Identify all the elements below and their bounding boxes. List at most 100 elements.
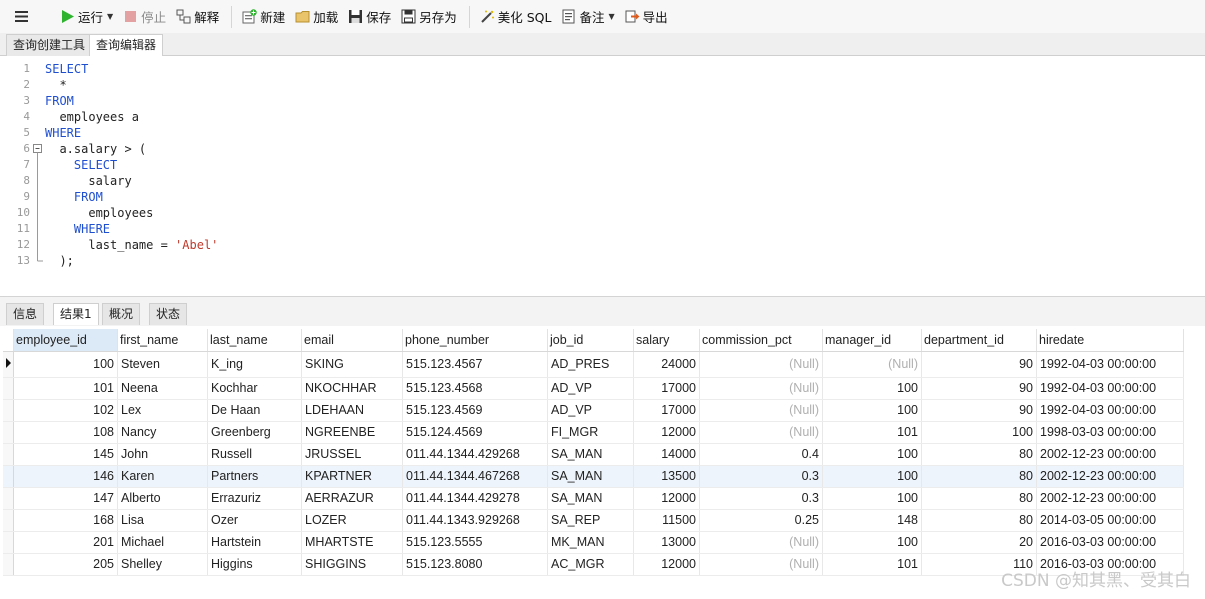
table-cell[interactable]: 80 bbox=[921, 443, 1037, 466]
table-row[interactable]: 147 Alberto Errazuriz AERRAZUR 011.44.1344.4… bbox=[3, 487, 1184, 510]
table-cell[interactable]: 515.124.4569 bbox=[402, 421, 548, 444]
table-cell[interactable]: AD_PRES bbox=[547, 351, 634, 378]
table-cell[interactable]: Lisa bbox=[117, 509, 208, 532]
row-indicator[interactable] bbox=[3, 443, 14, 466]
result-grid[interactable]: employee_id first_name last_name email phone… bbox=[0, 327, 1205, 599]
new-button[interactable]: 新建 bbox=[238, 5, 289, 29]
table-cell[interactable]: Alberto bbox=[117, 487, 208, 510]
stop-button[interactable]: 停止 bbox=[119, 5, 170, 29]
row-indicator[interactable] bbox=[3, 377, 14, 400]
fold-marker-icon[interactable] bbox=[31, 143, 45, 265]
table-cell[interactable]: 100 bbox=[822, 377, 922, 400]
table-cell[interactable]: 011.44.1344.429278 bbox=[402, 487, 548, 510]
table-cell[interactable]: 20 bbox=[921, 531, 1037, 554]
row-indicator[interactable] bbox=[3, 421, 14, 444]
save-as-button[interactable]: 另存为 bbox=[397, 5, 461, 29]
table-row[interactable]: 108 Nancy Greenberg NGREENBE 515.124.4569 FI_… bbox=[3, 421, 1184, 444]
column-header-manager-id[interactable]: manager_id bbox=[822, 329, 922, 352]
table-cell[interactable]: K_ing bbox=[207, 351, 302, 378]
menu-button[interactable] bbox=[10, 5, 36, 29]
table-cell[interactable]: SA_REP bbox=[547, 509, 634, 532]
table-cell[interactable]: 011.44.1344.467268 bbox=[402, 465, 548, 488]
table-cell[interactable]: 201 bbox=[13, 531, 118, 554]
row-indicator[interactable] bbox=[3, 509, 14, 532]
table-cell[interactable]: KPARTNER bbox=[301, 465, 403, 488]
table-cell[interactable]: 100 bbox=[822, 443, 922, 466]
table-cell[interactable]: Kochhar bbox=[207, 377, 302, 400]
table-cell[interactable]: 101 bbox=[822, 421, 922, 444]
table-cell[interactable]: 1992-04-03 00:00:00 bbox=[1036, 399, 1184, 422]
table-cell[interactable]: Michael bbox=[117, 531, 208, 554]
table-cell[interactable]: 13000 bbox=[633, 531, 700, 554]
table-cell[interactable]: 24000 bbox=[633, 351, 700, 378]
table-cell[interactable]: 205 bbox=[13, 553, 118, 576]
table-cell[interactable]: Steven bbox=[117, 351, 208, 378]
table-cell[interactable]: 2014-03-05 00:00:00 bbox=[1036, 509, 1184, 532]
table-cell[interactable]: Greenberg bbox=[207, 421, 302, 444]
tab-info[interactable]: 信息 bbox=[6, 303, 45, 325]
table-cell[interactable]: Karen bbox=[117, 465, 208, 488]
table-cell[interactable]: 12000 bbox=[633, 421, 700, 444]
table-cell[interactable]: 14000 bbox=[633, 443, 700, 466]
run-button[interactable]: 运行 ▼ bbox=[56, 5, 117, 29]
table-cell[interactable]: 11500 bbox=[633, 509, 700, 532]
tab-query-builder[interactable]: 查询创建工具 bbox=[6, 34, 93, 56]
table-row[interactable]: 145 John Russell JRUSSEL 011.44.1344.429268 S… bbox=[3, 443, 1184, 466]
table-cell[interactable]: John bbox=[117, 443, 208, 466]
tab-result1[interactable]: 结果1 bbox=[53, 303, 99, 325]
table-cell[interactable]: 515.123.4567 bbox=[402, 351, 548, 378]
comment-dropdown-icon[interactable]: ▼ bbox=[609, 12, 615, 21]
table-cell[interactable]: 148 bbox=[822, 509, 922, 532]
table-row[interactable]: 168 Lisa Ozer LOZER 011.44.1343.929268 SA_REP… bbox=[3, 509, 1184, 532]
table-cell[interactable]: 108 bbox=[13, 421, 118, 444]
column-header-hiredate[interactable]: hiredate bbox=[1036, 329, 1184, 352]
table-cell[interactable]: AC_MGR bbox=[547, 553, 634, 576]
table-cell[interactable]: 011.44.1344.429268 bbox=[402, 443, 548, 466]
table-cell[interactable]: (Null) bbox=[699, 377, 823, 400]
column-header-department-id[interactable]: department_id bbox=[921, 329, 1037, 352]
table-cell[interactable]: SHIGGINS bbox=[301, 553, 403, 576]
table-cell[interactable]: SKING bbox=[301, 351, 403, 378]
table-cell[interactable]: (Null) bbox=[699, 531, 823, 554]
table-cell[interactable]: AERRAZUR bbox=[301, 487, 403, 510]
column-header-last-name[interactable]: last_name bbox=[207, 329, 302, 352]
row-indicator[interactable] bbox=[3, 399, 14, 422]
table-cell[interactable]: Nancy bbox=[117, 421, 208, 444]
table-cell[interactable]: LDEHAAN bbox=[301, 399, 403, 422]
table-row[interactable]: 201 Michael Hartstein MHARTSTE 515.123.5555 M… bbox=[3, 531, 1184, 554]
table-cell[interactable]: NKOCHHAR bbox=[301, 377, 403, 400]
table-cell[interactable]: 2002-12-23 00:00:00 bbox=[1036, 487, 1184, 510]
table-cell[interactable]: NGREENBE bbox=[301, 421, 403, 444]
table-cell[interactable]: 1992-04-03 00:00:00 bbox=[1036, 377, 1184, 400]
table-cell[interactable]: MK_MAN bbox=[547, 531, 634, 554]
tab-overview[interactable]: 概况 bbox=[102, 303, 141, 325]
table-cell[interactable]: AD_VP bbox=[547, 377, 634, 400]
save-button[interactable]: 保存 bbox=[344, 5, 395, 29]
table-row[interactable]: 146 Karen Partners KPARTNER 011.44.1344.4672… bbox=[3, 465, 1184, 488]
table-cell[interactable]: Partners bbox=[207, 465, 302, 488]
table-cell[interactable]: 1992-04-03 00:00:00 bbox=[1036, 351, 1184, 378]
table-cell[interactable]: 17000 bbox=[633, 399, 700, 422]
column-header-job-id[interactable]: job_id bbox=[547, 329, 634, 352]
table-cell[interactable]: AD_VP bbox=[547, 399, 634, 422]
table-cell[interactable]: 101 bbox=[822, 553, 922, 576]
table-cell[interactable]: 0.3 bbox=[699, 465, 823, 488]
current-row-indicator[interactable] bbox=[3, 351, 14, 378]
table-cell[interactable]: 2002-12-23 00:00:00 bbox=[1036, 465, 1184, 488]
beautify-sql-button[interactable]: 美化 SQL bbox=[476, 5, 556, 29]
table-row[interactable]: 102 Lex De Haan LDEHAAN 515.123.4569 AD_VP 170… bbox=[3, 399, 1184, 422]
column-header-phone-number[interactable]: phone_number bbox=[402, 329, 548, 352]
table-cell[interactable]: 1998-03-03 00:00:00 bbox=[1036, 421, 1184, 444]
table-cell[interactable]: 12000 bbox=[633, 553, 700, 576]
sql-editor[interactable]: 1 SELECT 2 * 3 FROM 4 employees a 5 WHERE 6… bbox=[0, 56, 1205, 296]
table-cell[interactable]: 011.44.1343.929268 bbox=[402, 509, 548, 532]
table-cell[interactable]: 0.3 bbox=[699, 487, 823, 510]
row-indicator[interactable] bbox=[3, 553, 14, 576]
table-cell[interactable]: (Null) bbox=[699, 399, 823, 422]
table-cell[interactable]: 2002-12-23 00:00:00 bbox=[1036, 443, 1184, 466]
table-cell[interactable]: 100 bbox=[822, 399, 922, 422]
table-cell[interactable]: Russell bbox=[207, 443, 302, 466]
explain-button[interactable]: 解释 bbox=[172, 5, 223, 29]
table-cell[interactable]: 515.123.4569 bbox=[402, 399, 548, 422]
column-header-first-name[interactable]: first_name bbox=[117, 329, 208, 352]
